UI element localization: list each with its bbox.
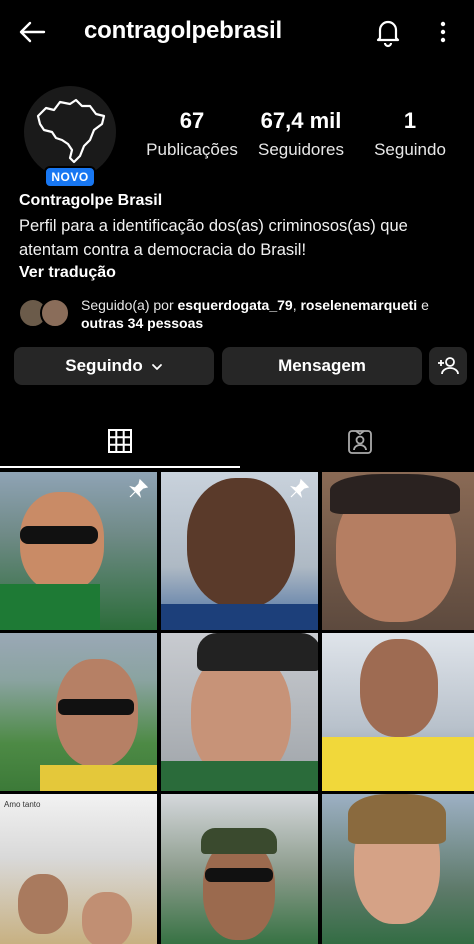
pinned-icon bbox=[288, 478, 310, 500]
following-count[interactable]: 1 Seguindo bbox=[366, 108, 454, 160]
photo-shirt bbox=[161, 604, 318, 630]
post-thumbnail[interactable] bbox=[322, 633, 474, 791]
add-person-icon bbox=[438, 357, 459, 375]
photo-face bbox=[187, 478, 295, 608]
photo-hair bbox=[348, 794, 446, 844]
posts-label: Publicações bbox=[146, 140, 238, 159]
photo-shirt bbox=[40, 765, 157, 791]
suggest-people-button[interactable] bbox=[429, 347, 467, 385]
following-button-label: Seguindo bbox=[65, 356, 143, 375]
new-badge: NOVO bbox=[44, 166, 96, 188]
post-thumbnail[interactable] bbox=[322, 794, 474, 944]
followed-by-separator: , bbox=[292, 297, 297, 313]
photo-shirt bbox=[0, 584, 100, 630]
followers-value: 67,4 mil bbox=[260, 108, 342, 133]
notification-bell-icon[interactable] bbox=[370, 14, 406, 50]
profile-username: contragolpebrasil bbox=[84, 17, 282, 44]
tab-tagged[interactable] bbox=[240, 414, 474, 468]
profile-bio: Perfil para a identificação dos(as) crim… bbox=[19, 217, 408, 259]
post-thumbnail[interactable] bbox=[0, 633, 157, 791]
posts-value: 67 bbox=[179, 108, 205, 133]
photo-cap bbox=[197, 633, 318, 671]
photo-face bbox=[203, 840, 275, 940]
post-thumbnail[interactable] bbox=[0, 472, 157, 630]
followed-by-text: Seguido(a) por esquerdogata_79, roselene… bbox=[81, 296, 463, 332]
post-thumbnail[interactable] bbox=[322, 472, 474, 630]
profile-display-name: Contragolpe Brasil bbox=[19, 192, 163, 209]
photo-face bbox=[360, 639, 438, 737]
sunglasses bbox=[20, 526, 98, 544]
followed-by-prefix: Seguido(a) por bbox=[81, 297, 174, 313]
top-bar: contragolpebrasil bbox=[0, 0, 474, 64]
tab-posts-grid[interactable] bbox=[0, 414, 240, 468]
mutual-follower-2[interactable]: roselenemarqueti bbox=[300, 297, 417, 313]
brazil-map-icon bbox=[36, 98, 106, 164]
pinned-icon bbox=[127, 478, 149, 500]
photo-face bbox=[18, 874, 68, 934]
photo-face bbox=[82, 892, 132, 944]
sunglasses bbox=[58, 699, 134, 715]
profile-avatar[interactable] bbox=[24, 86, 116, 178]
following-label: Seguindo bbox=[374, 140, 446, 159]
photo-shirt bbox=[161, 761, 318, 791]
following-value: 1 bbox=[403, 108, 417, 133]
mutual-follower-avatar bbox=[40, 298, 70, 328]
post-thumbnail[interactable] bbox=[161, 472, 318, 630]
chevron-down-icon bbox=[151, 348, 163, 386]
post-thumbnail[interactable] bbox=[161, 633, 318, 791]
back-arrow-icon[interactable] bbox=[14, 14, 50, 50]
profile-tabs bbox=[0, 414, 474, 470]
mutual-follower-1[interactable]: esquerdogata_79 bbox=[178, 297, 293, 313]
sunglasses bbox=[205, 868, 273, 882]
grid-icon bbox=[108, 429, 132, 453]
photo-hair bbox=[330, 474, 460, 514]
followers-label: Seguidores bbox=[257, 140, 344, 159]
photo-cap bbox=[201, 828, 277, 854]
mutual-followers-others[interactable]: outras 34 pessoas bbox=[81, 315, 203, 331]
post-thumbnail[interactable] bbox=[161, 794, 318, 944]
followed-by-conjunction: e bbox=[421, 297, 429, 313]
tagged-person-icon bbox=[348, 430, 372, 454]
post-thumbnail[interactable]: Amo tanto bbox=[0, 794, 157, 944]
posts-count[interactable]: 67 Publicações bbox=[142, 108, 242, 160]
message-button[interactable]: Mensagem bbox=[222, 347, 422, 385]
followed-by-row[interactable]: Seguido(a) por esquerdogata_79, roselene… bbox=[18, 296, 463, 336]
followers-count[interactable]: 67,4 mil Seguidores bbox=[252, 108, 350, 160]
post-caption: Amo tanto bbox=[4, 800, 41, 809]
photo-shirt bbox=[322, 737, 474, 791]
following-button[interactable]: Seguindo bbox=[14, 347, 214, 385]
more-options-icon[interactable] bbox=[428, 14, 458, 50]
see-translation-link[interactable]: Ver tradução bbox=[19, 264, 116, 282]
